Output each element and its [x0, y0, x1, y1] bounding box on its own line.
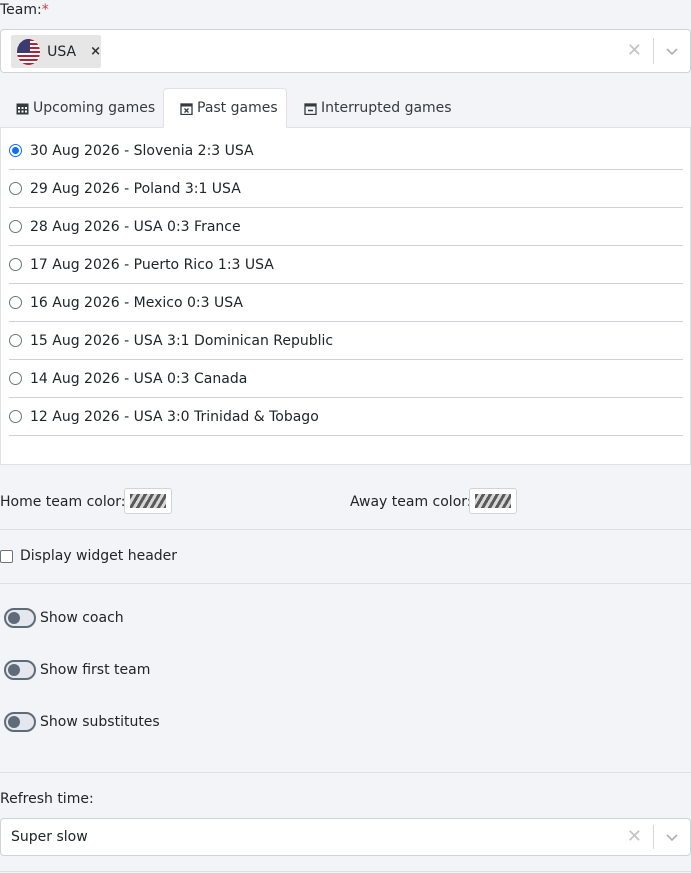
select-separator	[653, 38, 654, 64]
clear-team-button[interactable]: ✕	[627, 40, 642, 61]
required-mark: *	[41, 2, 49, 18]
away-color-picker[interactable]	[469, 488, 517, 514]
game-label: 14 Aug 2026 - USA 0:3 Canada	[30, 370, 248, 387]
calendar-minus-icon	[304, 102, 317, 115]
team-select[interactable]: USA × ✕	[0, 29, 691, 73]
divider	[0, 529, 691, 530]
usa-flag-icon	[17, 38, 41, 65]
divider	[0, 583, 691, 584]
home-color-label: Home team color:	[0, 494, 126, 510]
tab-interrupted-label: Interrupted games	[321, 100, 452, 116]
tab-past-label: Past games	[197, 100, 278, 116]
game-option[interactable]: 12 Aug 2026 - USA 3:0 Trinidad & Tobago	[9, 398, 683, 436]
game-radio[interactable]	[9, 144, 22, 157]
game-option[interactable]: 30 Aug 2026 - Slovenia 2:3 USA	[9, 132, 683, 170]
game-radio[interactable]	[9, 296, 22, 309]
color-swatch	[130, 494, 166, 508]
game-radio[interactable]	[9, 410, 22, 423]
game-radio[interactable]	[9, 258, 22, 271]
tab-upcoming-games[interactable]: Upcoming games	[16, 88, 155, 128]
past-games-panel: 30 Aug 2026 - Slovenia 2:3 USA 29 Aug 20…	[0, 127, 691, 465]
game-option[interactable]: 16 Aug 2026 - Mexico 0:3 USA	[9, 284, 683, 322]
game-label: 30 Aug 2026 - Slovenia 2:3 USA	[30, 142, 254, 159]
tab-upcoming-label: Upcoming games	[33, 100, 156, 116]
game-option[interactable]: 17 Aug 2026 - Puerto Rico 1:3 USA	[9, 246, 683, 284]
refresh-time-label: Refresh time:	[0, 791, 94, 807]
show-coach-label: Show coach	[40, 610, 124, 626]
show-coach-toggle[interactable]	[4, 608, 36, 628]
game-radio[interactable]	[9, 372, 22, 385]
game-radio[interactable]	[9, 334, 22, 347]
tab-past-games[interactable]: Past games	[163, 88, 287, 128]
home-color-picker[interactable]	[124, 488, 172, 514]
display-header-option[interactable]: Display widget header	[0, 548, 177, 564]
game-option[interactable]: 15 Aug 2026 - USA 3:1 Dominican Republic	[9, 322, 683, 360]
show-coach-option[interactable]: Show coach	[4, 608, 124, 628]
divider	[0, 772, 691, 773]
remove-chip-button[interactable]: ×	[90, 44, 101, 59]
show-first-team-toggle[interactable]	[4, 660, 36, 680]
clear-refresh-button[interactable]: ✕	[627, 826, 642, 847]
chevron-down-icon[interactable]	[664, 43, 680, 59]
calendar-icon	[16, 103, 29, 114]
show-first-team-label: Show first team	[40, 662, 151, 678]
team-field-label: Team:*	[0, 2, 49, 18]
game-label: 16 Aug 2026 - Mexico 0:3 USA	[30, 294, 243, 311]
refresh-time-select[interactable]: Super slow ✕	[0, 818, 691, 856]
refresh-time-value: Super slow	[11, 829, 88, 845]
game-radio[interactable]	[9, 182, 22, 195]
display-header-label: Display widget header	[20, 548, 178, 564]
game-label: 15 Aug 2026 - USA 3:1 Dominican Republic	[30, 332, 334, 349]
color-swatch	[475, 494, 511, 508]
selected-team-label: USA	[47, 43, 77, 60]
show-substitutes-toggle[interactable]	[4, 712, 36, 732]
game-option[interactable]: 28 Aug 2026 - USA 0:3 France	[9, 208, 683, 246]
show-first-team-option[interactable]: Show first team	[4, 660, 150, 680]
display-header-checkbox[interactable]	[0, 549, 13, 563]
away-color-label: Away team color:	[350, 494, 472, 510]
chevron-down-icon[interactable]	[664, 829, 680, 845]
team-label-text: Team:	[0, 2, 42, 18]
game-option[interactable]: 14 Aug 2026 - USA 0:3 Canada	[9, 360, 683, 398]
show-substitutes-label: Show substitutes	[40, 714, 160, 730]
game-label: 28 Aug 2026 - USA 0:3 France	[30, 218, 241, 235]
show-substitutes-option[interactable]: Show substitutes	[4, 712, 160, 732]
game-label: 12 Aug 2026 - USA 3:0 Trinidad & Tobago	[30, 408, 319, 425]
calendar-x-icon	[180, 102, 193, 115]
games-tabs: Upcoming games Past games Interrupted ga…	[0, 88, 691, 128]
divider	[0, 871, 691, 872]
select-separator	[653, 825, 654, 849]
selected-team-chip: USA ×	[11, 35, 101, 68]
tab-interrupted-games[interactable]: Interrupted games	[304, 88, 452, 128]
game-label: 17 Aug 2026 - Puerto Rico 1:3 USA	[30, 256, 274, 273]
game-option[interactable]: 29 Aug 2026 - Poland 3:1 USA	[9, 170, 683, 208]
game-radio[interactable]	[9, 220, 22, 233]
game-label: 29 Aug 2026 - Poland 3:1 USA	[30, 180, 241, 197]
